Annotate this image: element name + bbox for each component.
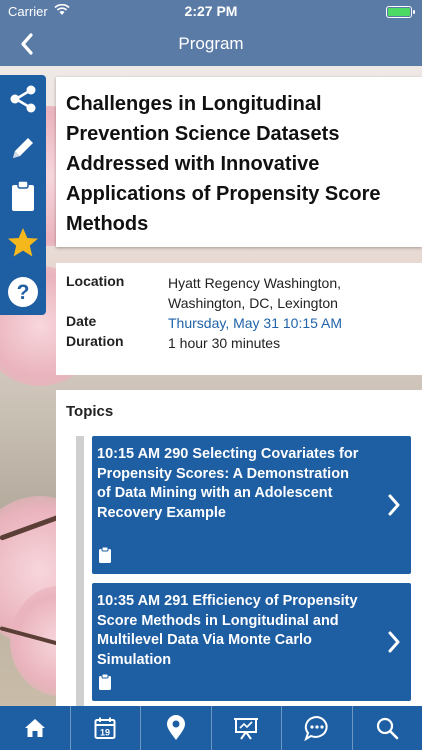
status-time: 2:27 PM [184, 3, 238, 19]
duration-value: 1 hour 30 minutes [168, 335, 281, 351]
tab-messages[interactable] [282, 706, 353, 750]
clipboard-icon [99, 546, 111, 563]
date-link[interactable]: Thursday, May 31 10:15 AM [168, 313, 418, 333]
date-label: Date [66, 313, 97, 329]
tab-sessions[interactable] [212, 706, 282, 750]
topic-item[interactable]: 10:15 AM 290 Selecting Covariates for Pr… [92, 436, 411, 574]
location-value: Hyatt Regency Washington, Washington, DC… [168, 275, 342, 311]
duration-label: Duration [66, 333, 124, 349]
topic-item[interactable]: 10:35 AM 291 Efficiency of Propensity Sc… [92, 583, 411, 701]
calendar-icon: 19 [94, 717, 116, 739]
navigation-bar: Program [0, 22, 422, 66]
timeline-bar [76, 436, 84, 706]
tab-map[interactable] [141, 706, 212, 750]
help-icon: ? [8, 277, 38, 307]
tab-schedule[interactable]: 19 [71, 706, 141, 750]
chevron-right-icon [388, 631, 400, 653]
topic-title: 10:15 AM 290 Selecting Covariates for Pr… [97, 446, 359, 521]
clipboard-icon [12, 180, 34, 211]
map-pin-icon [166, 715, 185, 740]
status-bar: Carrier 2:27 PM [0, 0, 422, 22]
tab-home[interactable] [0, 706, 71, 750]
clipboard-icon [99, 673, 111, 690]
session-title-card: Challenges in Longitudinal Prevention Sc… [56, 77, 422, 247]
top-bar: Carrier 2:27 PM Program [0, 0, 422, 66]
star-icon [8, 228, 38, 257]
session-details-card: Location Hyatt Regency Washington, Washi… [56, 263, 422, 375]
chat-icon [304, 715, 328, 741]
bottom-tab-bar: 19 [0, 706, 422, 750]
battery-icon [386, 6, 415, 18]
help-button[interactable]: ? [0, 268, 46, 316]
share-icon [10, 85, 36, 113]
topic-title: 10:35 AM 291 Efficiency of Propensity Sc… [97, 593, 358, 668]
topics-card: Topics 10:15 AM 290 Selecting Covariates… [56, 390, 422, 706]
pencil-icon [13, 138, 33, 158]
search-icon [377, 717, 399, 740]
tab-search[interactable] [353, 706, 422, 750]
session-title: Challenges in Longitudinal Prevention Sc… [66, 93, 381, 235]
clipboard-button[interactable] [0, 172, 46, 220]
page-title: Program [178, 34, 244, 53]
favorite-button[interactable] [0, 219, 46, 267]
calendar-day: 19 [100, 728, 110, 738]
home-icon [24, 719, 45, 737]
notes-button[interactable] [0, 124, 46, 172]
svg-text:?: ? [17, 281, 30, 304]
location-label: Location [66, 273, 125, 289]
topics-heading: Topics [66, 403, 114, 420]
side-toolbar: ? [0, 75, 46, 315]
share-button[interactable] [0, 75, 46, 123]
chevron-right-icon [388, 494, 400, 516]
presentation-icon [234, 718, 259, 740]
